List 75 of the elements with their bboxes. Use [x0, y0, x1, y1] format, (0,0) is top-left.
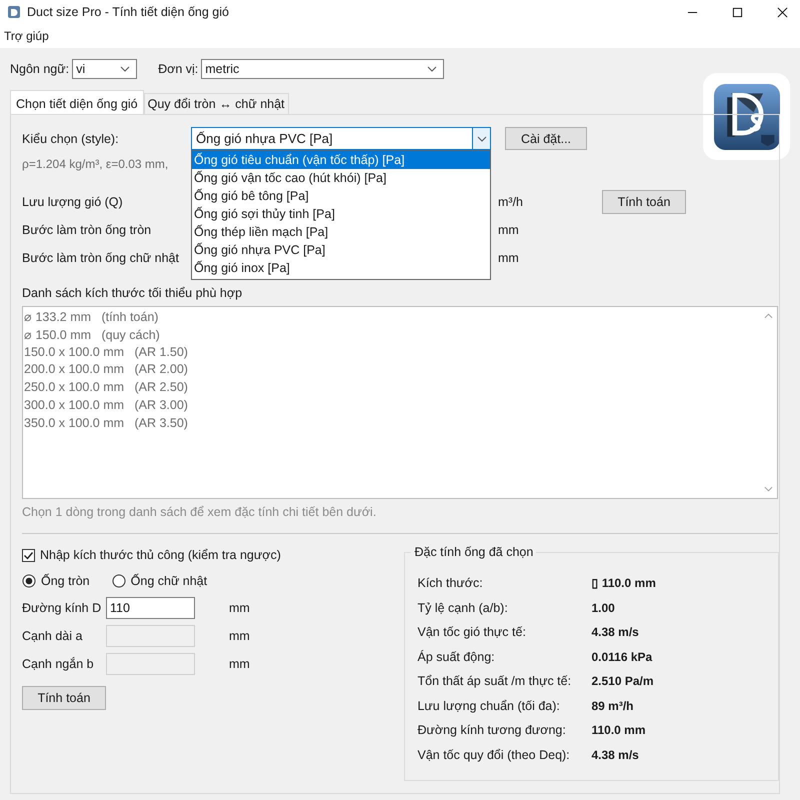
language-label: Ngôn ngữ:: [10, 62, 70, 76]
input-label: Bước làm tròn ống tròn: [22, 223, 152, 237]
close-icon[interactable]: [777, 6, 788, 18]
input-field[interactable]: 110: [106, 597, 195, 619]
property-value: 1.00: [591, 600, 615, 615]
dropdown-option[interactable]: Ống gió vận tốc cao (hút khói) [Pa]: [192, 169, 490, 187]
unit-label: mm: [498, 251, 520, 265]
unit-label: Đơn vị:: [158, 62, 198, 76]
list-title: Danh sách kích thước tối thiểu phù hợp: [22, 286, 242, 302]
property-value: 4.38 m/s: [591, 748, 639, 762]
property-value: 89 m³/h: [591, 698, 634, 713]
property-label: Vận tốc quy đổi (theo Deq):: [417, 748, 571, 762]
checkbox-icon[interactable]: [22, 548, 35, 562]
calculate-button[interactable]: Tính toán: [602, 190, 686, 214]
scroll-up-icon[interactable]: [764, 313, 773, 319]
input-label: Bước làm tròn ống chữ nhật: [22, 251, 180, 265]
unit-label: m³/h: [498, 195, 524, 209]
hint-text: Chọn 1 dòng trong danh sách để xem đặc tính chi tiết bên dưới.: [22, 504, 378, 521]
property-label: Kích thước:: [417, 576, 484, 590]
field-label: Đường kính D: [22, 601, 102, 615]
maximize-icon[interactable]: [732, 6, 743, 18]
unit-label: mm: [229, 629, 250, 643]
tab[interactable]: Quy đổi tròn ↔ chữ nhật: [144, 93, 289, 114]
scroll-down-icon[interactable]: [764, 486, 773, 492]
style-label: Kiểu chọn (style):: [22, 132, 120, 146]
dropdown-option[interactable]: Ống gió nhựa PVC [Pa]: [192, 241, 490, 259]
field-label: Cạnh dài a: [22, 629, 84, 643]
list-item[interactable]: ⌀ 133.2 mm (tính toán): [24, 309, 760, 327]
radio-icon[interactable]: [22, 574, 36, 588]
list-item[interactable]: 350.0 x 100.0 mm (AR 3.50): [24, 416, 760, 434]
dropdown-option[interactable]: Ống gió inox [Pa]: [192, 259, 490, 277]
radio-icon[interactable]: [112, 574, 126, 588]
property-value: ▯ 110.0 mm: [591, 576, 656, 590]
dropdown-option[interactable]: Ống gió tiêu chuẩn (vận tốc thấp) [Pa]: [192, 151, 490, 169]
group-title: Đặc tính ống đã chọn: [411, 545, 536, 559]
unit-label: mm: [498, 223, 520, 237]
dropdown-option[interactable]: Ống gió bê tông [Pa]: [192, 187, 490, 205]
property-label: Đường kính tương đương:: [417, 723, 567, 738]
property-value: 4.38 m/s: [591, 625, 639, 640]
settings-button[interactable]: Cài đặt...: [505, 127, 587, 150]
list-item[interactable]: ⌀ 150.0 mm (quy cách): [24, 326, 760, 345]
tab[interactable]: Chọn tiết diện ống gió: [10, 90, 144, 115]
menu-item[interactable]: Trợ giúp: [4, 29, 49, 43]
list-item[interactable]: 200.0 x 100.0 mm (AR 2.00): [24, 362, 760, 380]
radio-label: Ống chữ nhật: [130, 574, 208, 588]
unit-label: mm: [229, 601, 250, 615]
property-label: Áp suất động:: [417, 650, 496, 664]
radio-label: Ống tròn: [41, 574, 90, 588]
list-item[interactable]: 250.0 x 100.0 mm (AR 2.50): [24, 380, 760, 398]
calculate-button[interactable]: Tính toán: [22, 686, 106, 710]
property-label: Tổn thất áp suất /m thực tế:: [417, 674, 572, 688]
property-label: Tỷ lệ cạnh (a/b):: [417, 600, 509, 615]
input-label: Lưu lượng gió (Q): [22, 195, 124, 209]
app-icon: [7, 5, 21, 19]
list-item[interactable]: 150.0 x 100.0 mm (AR 1.50): [24, 344, 760, 362]
language-select[interactable]: vi: [72, 59, 138, 79]
style-combobox[interactable]: Ống gió nhựa PVC [Pa]: [191, 127, 491, 150]
unit-select[interactable]: metric: [201, 59, 444, 79]
window-title: Duct size Pro - Tính tiết diện ống gió: [27, 5, 229, 19]
property-value: 110.0 mm: [591, 723, 646, 738]
dropdown-option[interactable]: Ống gió sợi thủy tinh [Pa]: [192, 205, 490, 223]
chevron-icon: [476, 136, 486, 142]
list-item[interactable]: 300.0 x 100.0 mm (AR 3.00): [24, 398, 760, 416]
property-value: 0.0116 kPa: [591, 650, 652, 664]
manual-checkbox[interactable]: Nhập kích thước thủ công (kiểm tra ngược): [22, 542, 281, 568]
field-label: Cạnh ngắn b: [22, 657, 95, 671]
chevron-icon: [427, 66, 438, 72]
dropdown-option[interactable]: Ống thép liền mạch [Pa]: [192, 223, 490, 241]
chevron-icon: [120, 66, 130, 72]
unit-label: mm: [229, 657, 250, 671]
property-value: 2.510 Pa/m: [591, 674, 654, 688]
parameters-text: ρ=1.204 kg/m³, ε=0.03 mm,: [22, 157, 168, 173]
property-label: Lưu lượng chuẩn (tối đa):: [417, 698, 561, 713]
property-label: Vận tốc gió thực tế:: [417, 625, 527, 640]
checkbox-label: Nhập kích thước thủ công (kiểm tra ngược): [40, 548, 281, 562]
